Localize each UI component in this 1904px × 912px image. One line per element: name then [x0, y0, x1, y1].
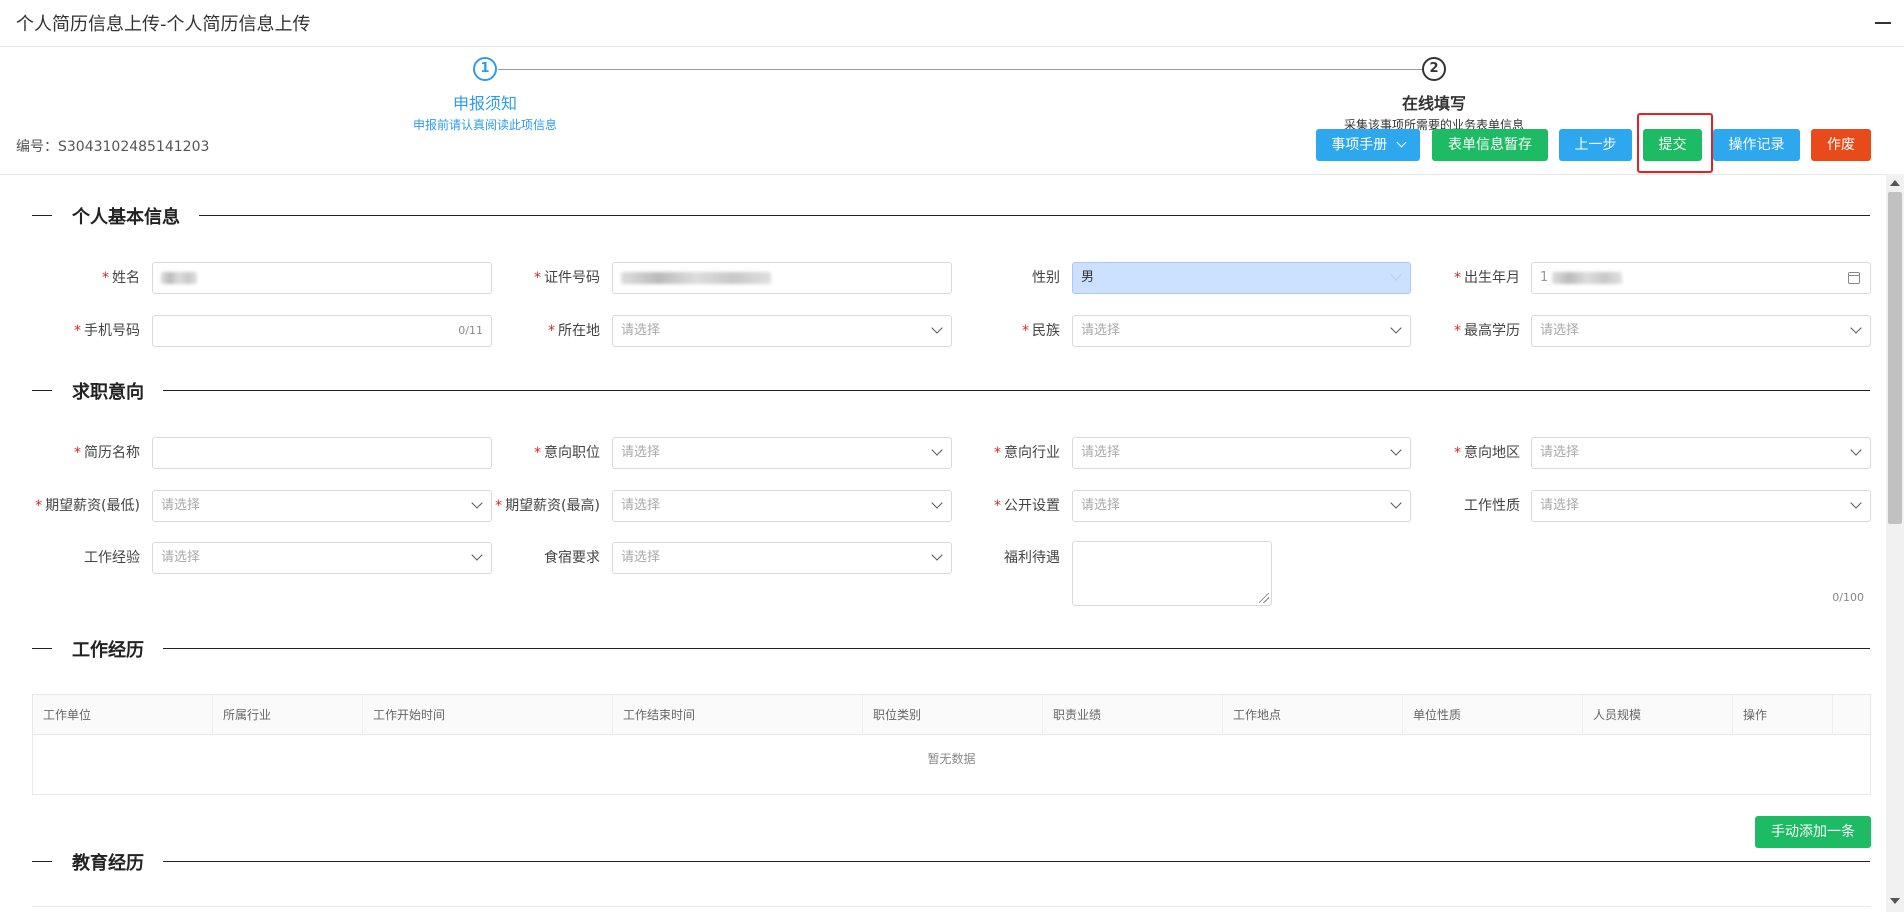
work-nature-select[interactable]: 请选择 [1531, 490, 1871, 522]
industry-select[interactable]: 请选择 [1072, 437, 1411, 469]
region-label: * 意向地区 [1454, 445, 1520, 461]
name-label: * 姓名 [102, 270, 140, 286]
section-title-education: 教育经历 [72, 853, 144, 874]
salary-min-label: * 期望薪资(最低) [35, 498, 140, 514]
position-label: * 意向职位 [534, 445, 600, 461]
chevron-down-icon [1850, 444, 1862, 456]
divider [0, 174, 1886, 175]
birth-label: * 出生年月 [1454, 270, 1520, 286]
salary-min-select[interactable]: 请选择 [152, 490, 492, 522]
submit-button[interactable]: 提交 [1643, 129, 1702, 161]
operation-log-button[interactable]: 操作记录 [1713, 129, 1800, 161]
vertical-scrollbar[interactable] [1886, 174, 1904, 912]
salary-max-select[interactable]: 请选择 [612, 490, 952, 522]
section-title-work: 工作经历 [72, 640, 144, 661]
lodging-label: 食宿要求 [544, 550, 600, 566]
experience-label: 工作经验 [84, 550, 140, 566]
section-dash [32, 215, 52, 216]
section-dash [32, 861, 52, 862]
section-dash [32, 648, 52, 649]
column-header: 职位类别 [863, 695, 1043, 735]
step-2-title: 在线填写 [1401, 94, 1466, 113]
resume-name-label: * 简历名称 [74, 445, 140, 461]
void-button[interactable]: 作废 [1811, 129, 1871, 161]
public-setting-select[interactable]: 请选择 [1072, 490, 1411, 522]
column-header: 单位性质 [1403, 695, 1583, 735]
divider [32, 906, 1871, 907]
work-history-table: 工作单位 所属行业 工作开始时间 工作结束时间 职位类别 职责业绩 工作地点 单… [32, 694, 1871, 795]
birth-date-input[interactable]: 1 [1531, 262, 1871, 294]
table-header: 工作单位 所属行业 工作开始时间 工作结束时间 职位类别 职责业绩 工作地点 单… [33, 695, 1870, 735]
section-line [163, 861, 1870, 862]
add-row-button[interactable]: 手动添加一条 [1755, 816, 1871, 848]
minimize-icon[interactable] [1872, 10, 1894, 32]
step-1-number: 1 [473, 57, 497, 81]
location-select[interactable]: 请选择 [612, 315, 952, 347]
prev-step-button[interactable]: 上一步 [1559, 129, 1632, 161]
chevron-down-icon [1850, 322, 1862, 334]
title-bar: 个人简历信息上传-个人简历信息上传 [0, 0, 1904, 47]
chevron-down-icon [1850, 497, 1862, 509]
section-title-intent: 求职意向 [72, 382, 144, 403]
public-setting-label: * 公开设置 [994, 498, 1060, 514]
steps-connector [498, 69, 1422, 70]
scroll-thumb[interactable] [1888, 192, 1902, 524]
serial-number: 编号：S3043102485141203 [16, 139, 210, 155]
column-header: 工作地点 [1223, 695, 1403, 735]
name-input[interactable] [152, 262, 492, 294]
welfare-label: 福利待遇 [1004, 550, 1060, 566]
step-2-number: 2 [1422, 57, 1446, 81]
column-header: 工作结束时间 [613, 695, 863, 735]
column-header: 所属行业 [213, 695, 363, 735]
salary-max-label: * 期望薪资(最高) [495, 498, 600, 514]
column-header: 职责业绩 [1043, 695, 1223, 735]
column-header: 人员规模 [1583, 695, 1733, 735]
section-dash [32, 390, 52, 391]
phone-input[interactable]: 0/11 [152, 315, 492, 347]
section-title-basic: 个人基本信息 [72, 207, 180, 228]
window-title: 个人简历信息上传-个人简历信息上传 [16, 14, 311, 35]
position-select[interactable]: 请选择 [612, 437, 952, 469]
education-label: * 最高学历 [1454, 323, 1520, 339]
lodging-select[interactable]: 请选择 [612, 542, 952, 574]
id-number-label: * 证件号码 [534, 270, 600, 286]
birth-value: 1 [1540, 270, 1549, 285]
ethnicity-label: * 民族 [1022, 323, 1060, 339]
id-number-input[interactable] [612, 262, 952, 294]
resize-grip-icon[interactable] [1259, 593, 1269, 603]
region-select[interactable]: 请选择 [1531, 437, 1871, 469]
welfare-textarea[interactable] [1072, 541, 1272, 606]
column-header: 工作单位 [33, 695, 213, 735]
phone-label: * 手机号码 [74, 323, 140, 339]
save-draft-button[interactable]: 表单信息暂存 [1432, 129, 1548, 161]
gender-label: 性别 [1032, 270, 1060, 286]
section-line [163, 648, 1870, 649]
manual-button-label: 事项手册 [1331, 137, 1388, 153]
section-line [163, 390, 1870, 391]
step-1-title[interactable]: 申报须知 [385, 90, 585, 114]
work-nature-label: 工作性质 [1464, 498, 1520, 514]
redacted-birth [1552, 271, 1623, 284]
resume-name-input[interactable] [152, 437, 492, 469]
column-header: 工作开始时间 [363, 695, 613, 735]
experience-select[interactable]: 请选择 [152, 542, 492, 574]
redacted-name [161, 271, 197, 284]
gender-select[interactable]: 男 [1072, 262, 1411, 294]
calendar-icon [1848, 272, 1860, 284]
ethnicity-select[interactable]: 请选择 [1072, 315, 1411, 347]
gender-value: 男 [1081, 270, 1095, 285]
empty-state: 暂无数据 [927, 752, 976, 766]
industry-label: * 意向行业 [994, 445, 1060, 461]
welfare-char-count: 0/100 [1832, 591, 1864, 604]
redacted-id [621, 271, 771, 284]
location-label: * 所在地 [548, 323, 600, 339]
education-select[interactable]: 请选择 [1531, 315, 1871, 347]
manual-dropdown-button[interactable]: 事项手册 [1316, 129, 1420, 161]
chevron-down-icon [1396, 137, 1407, 148]
step-1-desc: 申报前请认真阅读此项信息 [412, 118, 557, 132]
column-header: 操作 [1733, 695, 1833, 735]
scroll-up-icon[interactable] [1890, 180, 1900, 186]
section-line [199, 215, 1870, 216]
scroll-down-icon[interactable] [1890, 898, 1900, 904]
